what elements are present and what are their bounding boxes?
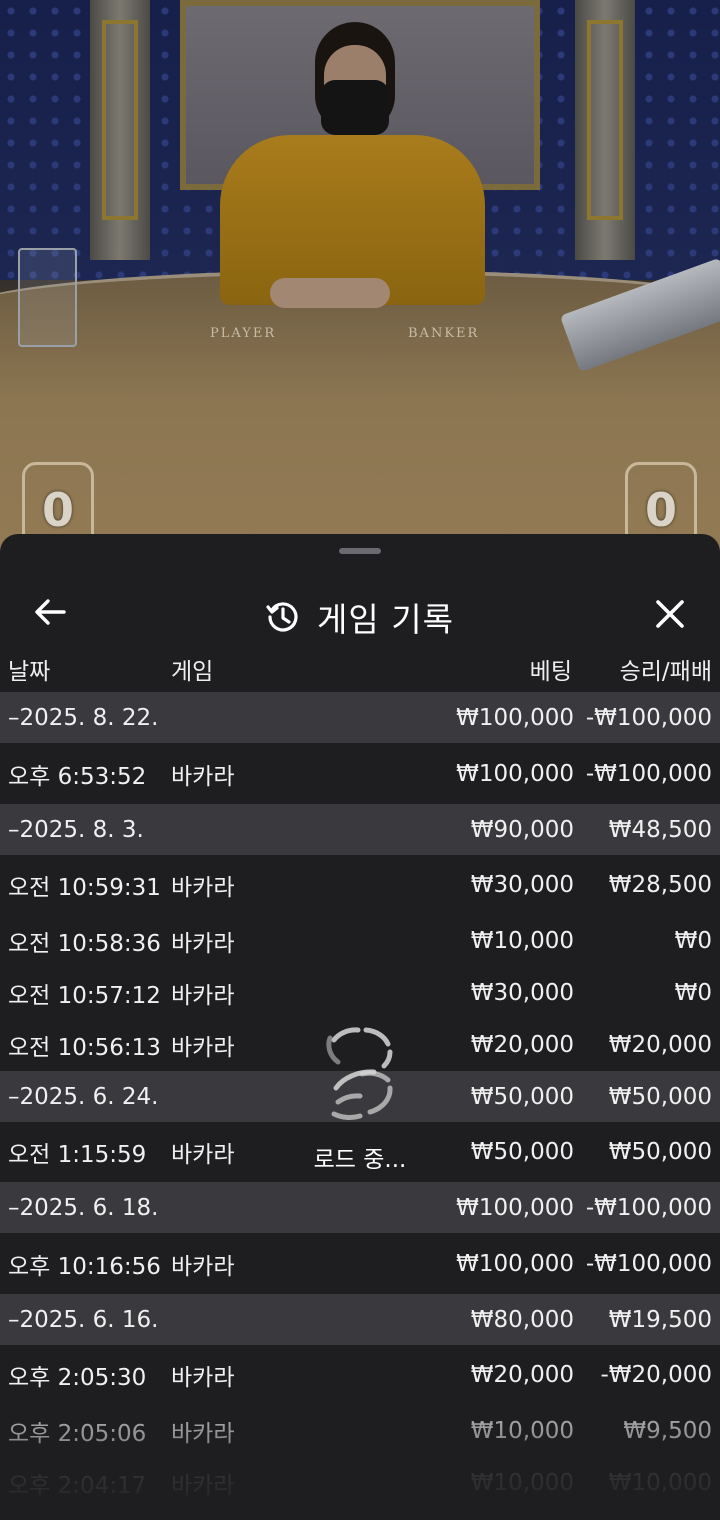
live-video-area: PLAYER BANKER 0 0 xyxy=(0,0,720,560)
card-holder xyxy=(18,248,77,347)
row-bet: ₩90,000 xyxy=(470,816,574,843)
row-bet: ₩30,000 xyxy=(470,872,574,898)
row-time: 오후 6:53:52 xyxy=(8,763,147,790)
row-date: –2025. 6. 24. xyxy=(8,1083,159,1110)
row-bet: ₩10,000 xyxy=(470,1470,574,1496)
loading-text: 로드 중... xyxy=(313,1147,407,1173)
table-header: 날짜 게임 베팅 승리/패배 xyxy=(0,646,720,690)
close-icon xyxy=(656,600,684,628)
close-button[interactable] xyxy=(648,592,692,636)
drag-handle[interactable] xyxy=(339,548,381,554)
column-header-win-loss: 승리/패배 xyxy=(619,659,712,685)
history-row[interactable]: 오후 10:16:56 바카라 ₩100,000 -₩100,000 xyxy=(0,1233,720,1294)
row-time: 오전 10:56:13 xyxy=(8,1035,161,1061)
history-row[interactable]: 오후 2:05:30 바카라 ₩20,000 -₩20,000 xyxy=(0,1345,720,1405)
row-date: –2025. 8. 3. xyxy=(8,816,144,843)
history-icon xyxy=(266,602,298,632)
row-time: 오후 2:05:30 xyxy=(8,1365,147,1391)
row-bet: ₩100,000 xyxy=(456,1250,574,1277)
row-win-loss: ₩20,000 xyxy=(608,1032,712,1058)
row-win-loss: ₩50,000 xyxy=(608,1083,712,1110)
row-win-loss: ₩50,000 xyxy=(608,1139,712,1165)
row-time: 오전 10:57:12 xyxy=(8,983,161,1009)
row-game: 바카라 xyxy=(171,1035,235,1061)
row-game: 바카라 xyxy=(171,1253,235,1280)
pillar-left xyxy=(90,0,150,260)
row-win-loss: ₩0 xyxy=(674,928,712,954)
row-game: 바카라 xyxy=(171,983,235,1009)
row-win-loss: -₩100,000 xyxy=(585,1194,712,1221)
row-bet: ₩100,000 xyxy=(456,1194,574,1221)
column-header-date: 날짜 xyxy=(8,659,51,685)
row-win-loss: -₩100,000 xyxy=(585,760,712,787)
row-game: 바카라 xyxy=(171,875,235,901)
row-win-loss: -₩100,000 xyxy=(585,704,712,731)
row-win-loss: ₩0 xyxy=(674,980,712,1006)
row-time: 오전 10:58:36 xyxy=(8,931,161,957)
sheet-title-group: 게임 기록 xyxy=(265,592,454,642)
history-row[interactable]: 오후 2:04:17 바카라 ₩10,000 ₩10,000 xyxy=(0,1457,720,1509)
row-time: 오후 2:05:06 xyxy=(8,1421,147,1447)
row-game: 바카라 xyxy=(171,931,235,957)
row-win-loss: ₩28,500 xyxy=(608,872,712,898)
banker-label: BANKER xyxy=(408,326,480,341)
date-group-row[interactable]: –2025. 6. 16. ₩80,000 ₩19,500 xyxy=(0,1294,720,1345)
row-bet: ₩80,000 xyxy=(470,1306,574,1333)
row-bet: ₩30,000 xyxy=(470,980,574,1006)
history-row[interactable]: 오후 6:53:52 바카라 ₩100,000 -₩100,000 xyxy=(0,743,720,804)
date-group-row[interactable]: –2025. 8. 22. ₩100,000 -₩100,000 xyxy=(0,692,720,743)
row-win-loss: ₩48,500 xyxy=(608,816,712,843)
history-row[interactable]: 오전 10:58:36 바카라 ₩10,000 ₩0 xyxy=(0,915,720,967)
spinner-icon xyxy=(326,1027,393,1120)
pillar-right xyxy=(575,0,635,260)
row-time: 오후 2:04:17 xyxy=(8,1473,147,1499)
history-row[interactable]: 오전 10:59:31 바카라 ₩30,000 ₩28,500 xyxy=(0,855,720,915)
row-bet: ₩50,000 xyxy=(470,1139,574,1165)
row-bet: ₩50,000 xyxy=(470,1083,574,1110)
loading-indicator: 로드 중... xyxy=(300,1018,420,1178)
row-win-loss: ₩19,500 xyxy=(608,1306,712,1333)
dealer-hands xyxy=(270,278,390,308)
row-win-loss: -₩100,000 xyxy=(585,1250,712,1277)
row-bet: ₩100,000 xyxy=(456,760,574,787)
row-game: 바카라 xyxy=(171,1473,235,1499)
date-group-row[interactable]: –2025. 8. 3. ₩90,000 ₩48,500 xyxy=(0,804,720,855)
row-date: –2025. 6. 18. xyxy=(8,1194,159,1221)
row-bet: ₩10,000 xyxy=(470,1418,574,1444)
row-bet: ₩20,000 xyxy=(470,1032,574,1058)
player-label: PLAYER xyxy=(210,326,277,341)
row-game: 바카라 xyxy=(171,763,235,790)
history-row[interactable]: 오전 10:57:12 바카라 ₩30,000 ₩0 xyxy=(0,967,720,1019)
row-date: –2025. 6. 16. xyxy=(8,1306,159,1333)
column-header-game: 게임 xyxy=(171,659,214,685)
row-win-loss: -₩20,000 xyxy=(600,1362,712,1388)
arrow-left-icon xyxy=(35,599,66,625)
row-time: 오전 1:15:59 xyxy=(8,1142,147,1168)
row-date: –2025. 8. 22. xyxy=(8,704,159,731)
game-history-sheet: 게임 기록 날짜 게임 베팅 승리/패배 –2025. 8. 22. ₩100,… xyxy=(0,534,720,1520)
back-button[interactable] xyxy=(30,592,70,632)
dealer-mask xyxy=(321,80,389,135)
row-time: 오전 10:59:31 xyxy=(8,875,161,901)
row-bet: ₩10,000 xyxy=(470,928,574,954)
sheet-title: 게임 기록 xyxy=(317,600,454,639)
row-bet: ₩100,000 xyxy=(456,704,574,731)
row-game: 바카라 xyxy=(171,1365,235,1391)
row-game: 바카라 xyxy=(171,1142,235,1168)
history-row[interactable]: 오후 2:05:06 바카라 ₩10,000 ₩9,500 xyxy=(0,1405,720,1457)
date-group-row[interactable]: –2025. 6. 18. ₩100,000 -₩100,000 xyxy=(0,1182,720,1233)
row-bet: ₩20,000 xyxy=(470,1362,574,1388)
column-header-bet: 베팅 xyxy=(529,659,572,685)
row-time: 오후 10:16:56 xyxy=(8,1253,161,1280)
row-game: 바카라 xyxy=(171,1421,235,1447)
row-win-loss: ₩10,000 xyxy=(608,1470,712,1496)
row-win-loss: ₩9,500 xyxy=(623,1418,712,1444)
